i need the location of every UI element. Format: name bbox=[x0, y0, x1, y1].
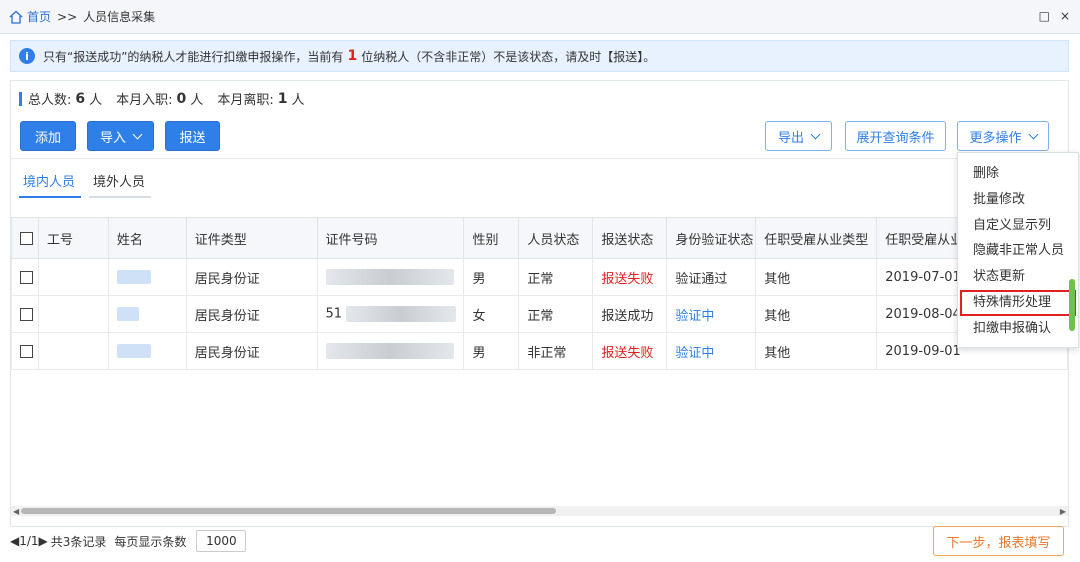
menu-scrollbar[interactable] bbox=[1069, 279, 1075, 331]
prev-page-icon[interactable]: ◀ bbox=[10, 534, 19, 548]
chevron-down-icon bbox=[132, 129, 143, 139]
join-label: 本月入职: bbox=[116, 93, 173, 108]
info-icon: i bbox=[19, 48, 35, 64]
table-row[interactable]: 居民身份证 男 非正常 报送失败 验证中 其他 2019-09-01 bbox=[11, 332, 1068, 370]
menu-item-batch-edit[interactable]: 批量修改 bbox=[958, 187, 1078, 213]
horizontal-scrollbar[interactable]: ◀ ▶ bbox=[11, 506, 1068, 516]
col-header-name[interactable]: 姓名 bbox=[107, 217, 187, 259]
id-number-redacted bbox=[325, 269, 454, 285]
home-icon[interactable] bbox=[8, 9, 24, 25]
more-actions-menu: 删除 批量修改 自定义显示列 隐藏非正常人员 状态更新 特殊情形处理 扣缴申报确… bbox=[957, 152, 1079, 348]
personnel-table: 工号 姓名 证件类型 证件号码 性别 人员状态 报送状态 身份验证状态 任职受雇… bbox=[11, 217, 1068, 506]
per-page-label: 每页显示条数 bbox=[114, 534, 187, 549]
page-indicator: 1/1 bbox=[19, 534, 39, 548]
record-count: 共3条记录 bbox=[50, 534, 107, 549]
expand-query-button[interactable]: 展开查询条件 bbox=[845, 121, 946, 151]
row-checkbox[interactable] bbox=[20, 270, 33, 284]
table-header: 工号 姓名 证件类型 证件号码 性别 人员状态 报送状态 身份验证状态 任职受雇… bbox=[11, 217, 1068, 259]
verify-status: 验证通过 bbox=[666, 258, 757, 296]
total-value: 6 bbox=[75, 90, 86, 107]
breadcrumb-current: 人员信息采集 bbox=[83, 10, 156, 24]
col-header-id-type[interactable]: 证件类型 bbox=[185, 217, 318, 259]
menu-item-special-case[interactable]: 特殊情形处理 bbox=[960, 289, 1076, 316]
scroll-right-icon[interactable]: ▶ bbox=[1060, 507, 1066, 516]
col-header-gender[interactable]: 性别 bbox=[463, 217, 520, 259]
table-row[interactable]: 居民身份证 51 女 正常 报送成功 验证中 其他 2019-08-04 bbox=[11, 295, 1068, 333]
menu-item-delete[interactable]: 删除 bbox=[958, 161, 1078, 187]
pagination: ◀ 1/1 ▶ 共3条记录 每页显示条数 1000 bbox=[10, 530, 247, 552]
report-status: 报送失败 bbox=[592, 258, 668, 296]
export-button[interactable]: 导出 bbox=[765, 121, 832, 151]
notice-banner: i 只有“报送成功”的纳税人才能进行扣缴申报操作，当前有 1 位纳税人（不含非正… bbox=[10, 40, 1069, 72]
report-status: 报送失败 bbox=[592, 332, 668, 370]
breadcrumb-separator: >> bbox=[57, 9, 78, 24]
join-value: 0 bbox=[176, 90, 187, 107]
close-window-icon[interactable]: × bbox=[1060, 9, 1070, 23]
menu-item-hide-abnormal[interactable]: 隐藏非正常人员 bbox=[958, 238, 1078, 264]
total-label: 总人数: bbox=[28, 93, 72, 108]
name-link-redacted[interactable] bbox=[116, 344, 151, 358]
col-header-id-no[interactable]: 证件号码 bbox=[316, 217, 465, 259]
scroll-thumb[interactable] bbox=[21, 508, 556, 514]
leave-value: 1 bbox=[277, 90, 288, 107]
breadcrumb-home[interactable]: 首页 bbox=[27, 8, 51, 25]
tab-domestic[interactable]: 境内人员 bbox=[19, 171, 82, 198]
notice-text-prefix: 只有“报送成功”的纳税人才能进行扣缴申报操作，当前有 bbox=[43, 49, 344, 64]
menu-item-withholding-confirm[interactable]: 扣缴申报确认 bbox=[958, 316, 1078, 342]
col-header-verify[interactable]: 身份验证状态 bbox=[666, 217, 757, 259]
submit-button[interactable]: 报送 bbox=[165, 121, 220, 151]
menu-item-custom-columns[interactable]: 自定义显示列 bbox=[958, 213, 1078, 239]
main-panel: 总人数: 6 人 本月入职: 0 人 本月离职: 1 人 添加 导入 报送 导出… bbox=[10, 80, 1069, 527]
name-link-redacted[interactable] bbox=[116, 307, 139, 321]
scroll-left-icon[interactable]: ◀ bbox=[13, 507, 19, 516]
table-row[interactable]: 居民身份证 男 正常 报送失败 验证通过 其他 2019-07-01 bbox=[11, 258, 1068, 296]
per-page-input[interactable]: 1000 bbox=[196, 530, 247, 552]
next-page-icon[interactable]: ▶ bbox=[39, 534, 48, 548]
tab-bar: 境内人员 境外人员 bbox=[19, 171, 152, 198]
report-status: 报送成功 bbox=[592, 295, 668, 333]
id-number-redacted bbox=[325, 343, 454, 359]
title-bar: 首页 >> 人员信息采集 □ × bbox=[0, 0, 1080, 34]
col-header-status[interactable]: 人员状态 bbox=[518, 217, 594, 259]
col-header-job-type[interactable]: 任职受雇从业类型 bbox=[755, 217, 878, 259]
select-all-checkbox[interactable] bbox=[20, 231, 33, 245]
next-step-button[interactable]: 下一步，报表填写 bbox=[933, 526, 1064, 556]
verify-status[interactable]: 验证中 bbox=[666, 295, 757, 333]
name-link-redacted[interactable] bbox=[116, 270, 151, 284]
col-header-report[interactable]: 报送状态 bbox=[592, 217, 668, 259]
notice-count: 1 bbox=[347, 48, 358, 64]
row-checkbox[interactable] bbox=[20, 344, 33, 358]
chevron-down-icon bbox=[1028, 129, 1038, 139]
id-number-redacted bbox=[346, 306, 457, 322]
menu-item-status-update[interactable]: 状态更新 bbox=[958, 264, 1078, 290]
verify-status[interactable]: 验证中 bbox=[666, 332, 757, 370]
leave-label: 本月离职: bbox=[217, 93, 274, 108]
more-actions-button[interactable]: 更多操作 bbox=[957, 121, 1049, 151]
tab-foreign[interactable]: 境外人员 bbox=[89, 171, 152, 198]
chevron-down-icon bbox=[810, 129, 821, 139]
stats-bar: 总人数: 6 人 本月入职: 0 人 本月离职: 1 人 bbox=[19, 89, 304, 108]
restore-window-icon[interactable]: □ bbox=[1039, 9, 1050, 23]
add-button[interactable]: 添加 bbox=[20, 121, 76, 151]
row-checkbox[interactable] bbox=[20, 307, 33, 321]
col-header-empno[interactable]: 工号 bbox=[37, 217, 109, 259]
import-button[interactable]: 导入 bbox=[87, 121, 154, 151]
notice-text-suffix: 位纳税人（不含非正常）不是该状态，请及时【报送】。 bbox=[361, 49, 656, 64]
